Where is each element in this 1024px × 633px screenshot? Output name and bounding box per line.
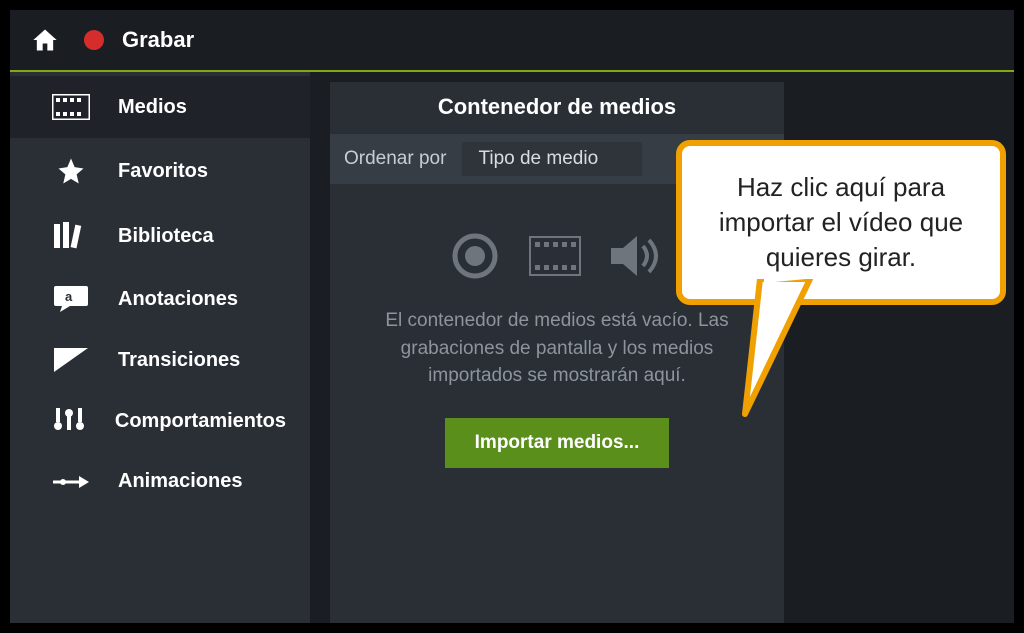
speaker-icon — [611, 234, 663, 283]
animation-icon — [50, 472, 92, 492]
sidebar-item-favorites[interactable]: Favoritos — [10, 138, 310, 204]
panel-title: Contenedor de medios — [330, 82, 784, 134]
behaviors-icon — [50, 408, 89, 434]
placeholder-icons — [451, 232, 663, 285]
transition-icon — [50, 348, 92, 372]
import-media-button[interactable]: Importar medios... — [445, 418, 670, 468]
sidebar-item-label: Transiciones — [118, 349, 240, 372]
topbar: Grabar — [10, 10, 1014, 72]
sort-select[interactable]: Tipo de medio — [462, 142, 642, 176]
star-icon — [50, 156, 92, 186]
record-circle-icon — [451, 232, 499, 285]
library-icon — [50, 222, 92, 250]
empty-text: El contenedor de medios está vacío. Las … — [367, 307, 747, 390]
sidebar-item-label: Biblioteca — [118, 225, 214, 248]
sidebar-item-label: Comportamientos — [115, 410, 286, 433]
callout-tooltip: Haz clic aquí para importar el vídeo que… — [676, 140, 1006, 305]
sidebar-item-transitions[interactable]: Transiciones — [10, 330, 310, 390]
app-window: Grabar Medios Favoritos Biblioteca — [10, 10, 1014, 623]
sidebar-item-label: Animaciones — [118, 470, 242, 493]
sidebar-item-label: Medios — [118, 96, 187, 119]
sidebar-item-behaviors[interactable]: Comportamientos — [10, 390, 310, 452]
sort-label: Ordenar por — [344, 148, 446, 170]
sidebar-item-annotations[interactable]: a Anotaciones — [10, 268, 310, 330]
filmstrip-icon — [50, 94, 92, 120]
sidebar-item-media[interactable]: Medios — [10, 76, 310, 138]
sidebar-item-label: Anotaciones — [118, 288, 238, 311]
annotation-icon: a — [50, 286, 92, 312]
callout-tail-icon — [740, 279, 830, 419]
callout-text: Haz clic aquí para importar el vídeo que… — [719, 172, 963, 272]
home-icon[interactable] — [30, 26, 60, 54]
sidebar-item-animations[interactable]: Animaciones — [10, 452, 310, 511]
sidebar: Medios Favoritos Biblioteca a Anotacione… — [10, 72, 310, 623]
record-label[interactable]: Grabar — [122, 27, 194, 53]
filmstrip-icon — [529, 236, 581, 281]
sidebar-item-label: Favoritos — [118, 160, 208, 183]
sidebar-item-library[interactable]: Biblioteca — [10, 204, 310, 268]
record-icon[interactable] — [84, 30, 104, 50]
svg-text:a: a — [65, 289, 73, 304]
